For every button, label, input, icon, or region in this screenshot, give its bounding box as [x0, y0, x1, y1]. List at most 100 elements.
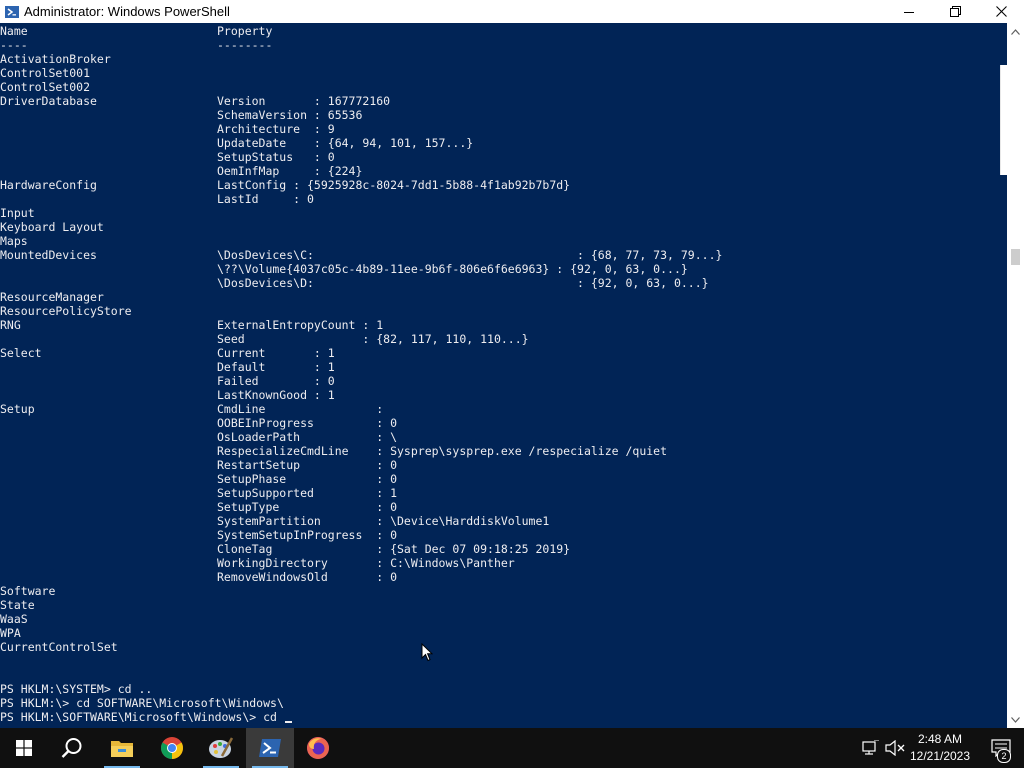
console-line: CloneTag : {Sat Dec 07 09:18:25 2019} [0, 542, 1000, 556]
notifications-button[interactable]: 2 [978, 728, 1024, 768]
console-line: SetupPhase : 0 [0, 472, 1000, 486]
text-cursor [285, 721, 292, 723]
console-line: Input [0, 206, 1000, 220]
console-line: RNG ExternalEntropyCount : 1 [0, 318, 1000, 332]
console-line: Architecture : 9 [0, 122, 1000, 136]
console-property-column: RespecializeCmdLine : Sysprep\sysprep.ex… [217, 444, 668, 458]
console-edge-mark [1001, 65, 1007, 175]
console-line: ---- -------- [0, 38, 1000, 52]
console-property-column: Failed : 0 [217, 374, 335, 388]
console-line: State [0, 598, 1000, 612]
console-line: \??\Volume{4037c05c-4b89-11ee-9b6f-806e6… [0, 262, 1000, 276]
powershell-icon [259, 739, 281, 757]
console-property-column: LastId : 0 [217, 192, 314, 206]
console-name-column: CurrentControlSet [0, 640, 118, 654]
taskbar-file-explorer[interactable] [98, 728, 146, 768]
console-output[interactable]: Name Property ---- -------- ActivationBroker… [0, 23, 1007, 728]
console-line: DriverDatabase Version : 167772160 [0, 94, 1000, 108]
console-line: SystemPartition : \Device\HarddiskVolume… [0, 514, 1000, 528]
console-line: WPA [0, 626, 1000, 640]
console-property-column: Seed : {82, 117, 110, 110...} [217, 332, 529, 346]
search-button[interactable] [48, 728, 96, 768]
console-property-column: WorkingDirectory : C:\Windows\Panther [217, 556, 515, 570]
console-line: RemoveWindowsOld : 0 [0, 570, 1000, 584]
taskbar-clock[interactable]: 2:48 AM 12/21/2023 [905, 731, 975, 765]
windows-logo-icon [16, 740, 32, 756]
console-property-column: SetupPhase : 0 [217, 472, 398, 486]
folder-icon [111, 741, 133, 757]
scroll-up-button[interactable] [1007, 23, 1024, 40]
console-line: Failed : 0 [0, 374, 1000, 388]
console-line: OOBEInProgress : 0 [0, 416, 1000, 430]
console-line: Default : 1 [0, 360, 1000, 374]
console-name-column: Software [0, 584, 56, 598]
console-line: RespecializeCmdLine : Sysprep\sysprep.ex… [0, 444, 1000, 458]
console-line: ResourceManager [0, 290, 1000, 304]
console-line: Select Current : 1 [0, 346, 1000, 360]
console-line: WaaS [0, 612, 1000, 626]
taskbar-firefox[interactable] [294, 728, 342, 768]
maximize-button[interactable] [932, 0, 978, 23]
search-icon [61, 738, 82, 758]
console-name-column: State [0, 598, 35, 612]
console-property-column: CmdLine : [217, 402, 384, 416]
console-property-column: SetupSupported : 1 [217, 486, 398, 500]
console-line: MountedDevices \DosDevices\C: : {68, 77, … [0, 248, 1000, 262]
console-property-column: -------- [217, 38, 273, 52]
volume-button[interactable] [884, 728, 906, 768]
minimize-button[interactable] [886, 0, 932, 23]
console-line: Software [0, 584, 1000, 598]
console-property-column: OsLoaderPath : \ [217, 430, 398, 444]
console-line: Setup CmdLine : [0, 402, 1000, 416]
console-property-column: SystemSetupInProgress : 0 [217, 528, 398, 542]
console-line: RestartSetup : 0 [0, 458, 1000, 472]
console-property-column: LastConfig : {5925928c-8024-7dd1-5b88-4f… [217, 178, 571, 192]
window-title-bar[interactable]: Administrator: Windows PowerShell [0, 0, 1024, 23]
console-line: LastId : 0 [0, 192, 1000, 206]
console-line: HardwareConfig LastConfig : {5925928c-802… [0, 178, 1000, 192]
console-property-column: \DosDevices\D: : {92, 0, 63, 0...} [217, 276, 709, 290]
start-button[interactable] [0, 728, 48, 768]
console-scrollbar[interactable] [1000, 23, 1024, 728]
console-property-column: RestartSetup : 0 [217, 458, 398, 472]
clock-time: 2:48 AM [917, 732, 963, 746]
minimize-icon [904, 11, 914, 13]
console-line: PS HKLM:\> cd SOFTWARE\Microsoft\Windows… [0, 696, 1000, 710]
console-line: \DosDevices\D: : {92, 0, 63, 0...} [0, 276, 1000, 290]
volume-muted-icon [885, 740, 905, 756]
network-icon [862, 740, 879, 755]
console-property-column: Default : 1 [217, 360, 335, 374]
network-button[interactable] [860, 728, 882, 768]
taskbar: 2:48 AM 12/21/2023 2 [0, 728, 1024, 768]
taskbar-paint[interactable] [197, 728, 245, 768]
console-line: Seed : {82, 117, 110, 110...} [0, 332, 1000, 346]
console-line: ControlSet002 [0, 80, 1000, 94]
console-name-column: Input [0, 206, 35, 220]
firefox-icon [307, 737, 329, 759]
console-property-column: SystemPartition : \Device\HarddiskVolume… [217, 514, 550, 528]
scrollbar-thumb[interactable] [1011, 249, 1020, 265]
clock-date: 12/21/2023 [909, 749, 971, 763]
scroll-down-button[interactable] [1007, 711, 1024, 728]
taskbar-powershell[interactable] [246, 728, 294, 768]
console-line: SystemSetupInProgress : 0 [0, 528, 1000, 542]
console-line: Keyboard Layout [0, 220, 1000, 234]
window-title: Administrator: Windows PowerShell [24, 4, 230, 19]
console-property-column: LastKnownGood : 1 [217, 388, 335, 402]
console-name-column: HardwareConfig [0, 178, 97, 192]
console-property-column: Architecture : 9 [217, 122, 335, 136]
console-name-column: WaaS [0, 612, 28, 626]
console-name-column: Maps [0, 234, 28, 248]
close-button[interactable] [978, 0, 1024, 23]
console-name-column: Keyboard Layout [0, 220, 104, 234]
console-line: Maps [0, 234, 1000, 248]
console-name-column: PS HKLM:\SYSTEM> cd .. [0, 682, 153, 696]
taskbar-chrome[interactable] [148, 728, 196, 768]
console-name-column: ---- [0, 38, 28, 52]
console-line: ControlSet001 [0, 66, 1000, 80]
console-prompt-line[interactable]: PS HKLM:\SOFTWARE\Microsoft\Windows\> cd [0, 710, 1000, 724]
console-name-column: Setup [0, 402, 35, 416]
console-property-column: CloneTag : {Sat Dec 07 09:18:25 2019} [217, 542, 571, 556]
